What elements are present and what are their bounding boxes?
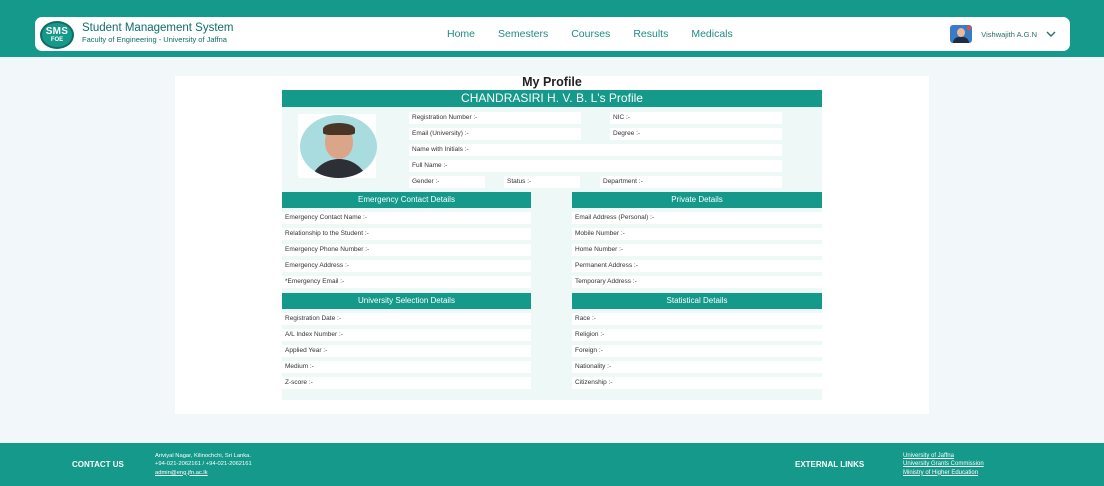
selection-field: A/L Index Number :- — [282, 329, 531, 341]
private-field: Mobile Number :- — [572, 228, 822, 240]
emergency-field: Emergency Contact Name :- — [282, 212, 531, 224]
nav-results[interactable]: Results — [633, 28, 668, 40]
private-field: Home Number :- — [572, 244, 822, 256]
statistical-field: Nationality :- — [572, 361, 822, 373]
brand: Student Management System Faculty of Eng… — [82, 22, 234, 45]
profile-card: My Profile CHANDRASIRI H. V. B. L's Prof… — [175, 76, 929, 414]
emergency-contact-heading: Emergency Contact Details — [282, 192, 531, 208]
nav-medicals[interactable]: Medicals — [691, 28, 732, 40]
nic-field: NIC :- — [610, 112, 782, 124]
profile-header: CHANDRASIRI H. V. B. L's Profile — [282, 90, 822, 107]
app-subtitle: Faculty of Engineering - University of J… — [82, 35, 227, 44]
statistical-field: Race :- — [572, 313, 822, 325]
footer: CONTACT US Ariviyal Nagar, Kilinochchi, … — [0, 443, 1104, 486]
address-text: Ariviyal Nagar, Kilinochchi, Sri Lanka. — [155, 453, 252, 459]
nav-semesters[interactable]: Semesters — [498, 28, 548, 40]
department-field: Department :- — [600, 176, 782, 188]
user-menu[interactable]: Vishwajith A.G.N — [950, 25, 1057, 43]
emergency-field: Relationship to the Student :- — [282, 228, 531, 240]
chevron-down-icon[interactable] — [1045, 28, 1057, 40]
external-links-title: EXTERNAL LINKS — [795, 460, 865, 469]
navbar: SMS FOE Student Management System Facult… — [35, 17, 1070, 51]
link-ugc[interactable]: University Grants Commission — [903, 460, 984, 468]
phone-text: +94-021-2062161 / +94-021-2062161 — [155, 461, 252, 468]
status-field: Status :- — [504, 176, 580, 188]
nav-home[interactable]: Home — [447, 28, 475, 40]
contact-us-title: CONTACT US — [72, 460, 124, 469]
contact-details: Ariviyal Nagar, Kilinochchi, Sri Lanka. … — [155, 452, 252, 477]
nav-courses[interactable]: Courses — [571, 28, 610, 40]
registration-number-field: Registration Number :- — [409, 112, 581, 124]
user-name: Vishwajith A.G.N — [981, 29, 1037, 39]
logo-text-top: SMS — [45, 25, 69, 37]
main-nav: Home Semesters Courses Results Medicals — [447, 28, 756, 40]
private-details-heading: Private Details — [572, 192, 822, 208]
private-field: Email Address (Personal) :- — [572, 212, 822, 224]
link-university-of-jaffna[interactable]: University of Jaffna — [903, 452, 984, 460]
emergency-field: *Emergency Email :- — [282, 276, 531, 288]
page-title: My Profile — [522, 75, 582, 89]
selection-field: Applied Year :- — [282, 345, 531, 357]
statistical-field: Foreign :- — [572, 345, 822, 357]
selection-field: Z-score :- — [282, 377, 531, 389]
full-name-field: Full Name :- — [409, 160, 782, 172]
degree-field: Degree :- — [610, 128, 782, 140]
emergency-field: Emergency Address :- — [282, 260, 531, 272]
university-selection-heading: University Selection Details — [282, 293, 531, 309]
notification-dot — [967, 26, 972, 30]
selection-field: Medium :- — [282, 361, 531, 373]
name-with-initials-field: Name with Initials :- — [409, 144, 782, 156]
emergency-field: Emergency Phone Number :- — [282, 244, 531, 256]
gender-field: Gender :- — [409, 176, 485, 188]
logo-text-bottom: FOE — [50, 36, 64, 43]
link-ministry-higher-education[interactable]: Ministry of Higher Education — [903, 469, 984, 477]
email-university-field: Email (University) :- — [409, 128, 581, 140]
private-field: Temporary Address :- — [572, 276, 822, 288]
avatar — [950, 25, 973, 43]
app-title: Student Management System — [82, 22, 234, 34]
profile-panel: CHANDRASIRI H. V. B. L's Profile Registr… — [282, 90, 822, 400]
selection-field: Registration Date :- — [282, 313, 531, 325]
profile-photo — [298, 114, 377, 178]
statistical-field: Religion :- — [572, 329, 822, 341]
logo[interactable]: SMS FOE — [40, 21, 74, 49]
external-links: University of Jaffna University Grants C… — [903, 452, 984, 477]
email-link[interactable]: admin@eng.jfn.ac.lk — [155, 469, 252, 477]
private-field: Permanent Address :- — [572, 260, 822, 272]
statistical-details-heading: Statistical Details — [572, 293, 822, 309]
statistical-field: Citizenship :- — [572, 377, 822, 389]
